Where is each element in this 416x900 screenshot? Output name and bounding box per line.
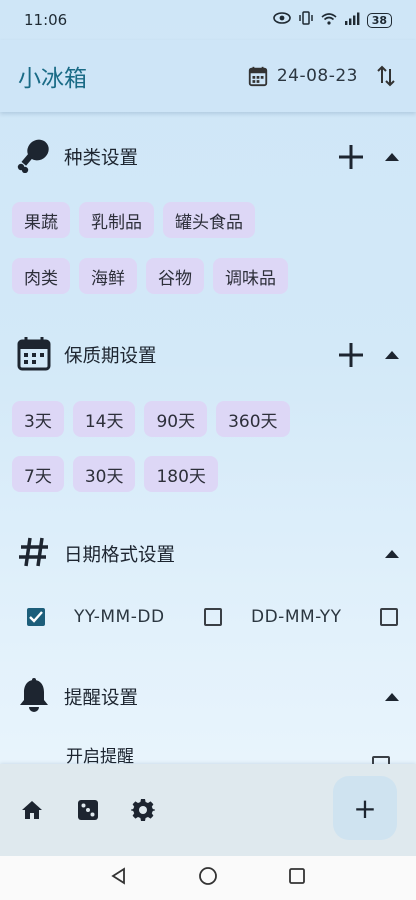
enable-reminder-label[interactable]: 开启提醒 <box>66 742 134 764</box>
section-header-shelf-life[interactable]: 保质期设置 <box>0 331 416 379</box>
status-icons: 38 <box>272 11 392 29</box>
shelf-life-chip-row-1: 3天 14天 90天 360天 <box>12 401 290 437</box>
shelf-life-chip[interactable]: 360天 <box>216 401 290 437</box>
shelf-life-chip[interactable]: 14天 <box>72 401 136 437</box>
category-chip[interactable]: 谷物 <box>146 258 204 294</box>
calendar-month-icon <box>16 335 52 375</box>
date-format-checkbox-dd-mm-yy[interactable] <box>204 608 222 626</box>
home-icon[interactable] <box>20 798 44 826</box>
status-bar: 11:06 38 <box>0 0 416 40</box>
shelf-life-chip[interactable]: 30天 <box>72 456 136 492</box>
collapse-shelf-life-icon[interactable] <box>384 350 400 360</box>
category-chip[interactable]: 调味品 <box>213 258 288 294</box>
category-chip[interactable]: 海鲜 <box>79 258 137 294</box>
home-circle-icon[interactable] <box>198 866 218 890</box>
collapse-category-icon[interactable] <box>384 152 400 162</box>
current-date[interactable]: 24-08-23 <box>277 66 358 86</box>
date-format-label-dd-mm-yy[interactable]: DD-MM-YY <box>251 607 342 627</box>
dice-icon[interactable] <box>76 798 100 826</box>
calendar-icon[interactable] <box>247 65 269 87</box>
collapse-reminder-icon[interactable] <box>384 692 400 702</box>
category-chip-row-1: 果蔬 乳制品 罐头食品 <box>12 202 255 238</box>
eye-icon <box>272 12 291 28</box>
vibrate-icon <box>298 11 314 29</box>
bottom-app-bar: + <box>0 764 416 856</box>
shelf-life-chip[interactable]: 3天 <box>12 401 64 437</box>
app-title: 小冰箱 <box>18 66 87 92</box>
section-header-date-format[interactable]: 日期格式设置 <box>0 530 416 578</box>
shelf-life-chip-row-2: 7天 30天 180天 <box>12 456 218 492</box>
collapse-date-format-icon[interactable] <box>384 549 400 559</box>
section-title-date-format: 日期格式设置 <box>64 545 176 566</box>
app-bar: 小冰箱 24-08-23 <box>0 40 416 112</box>
settings-content[interactable]: 种类设置 果蔬 乳制品 罐头食品 肉类 海鲜 谷物 调味品 保质期设置 3天 1… <box>0 112 416 764</box>
enable-reminder-checkbox[interactable] <box>372 756 390 764</box>
shelf-life-chip[interactable]: 7天 <box>12 456 64 492</box>
add-category-button[interactable] <box>338 144 364 170</box>
shelf-life-chip[interactable]: 90天 <box>144 401 208 437</box>
date-format-checkbox-yy-mm-dd[interactable] <box>27 608 45 626</box>
status-time: 11:06 <box>24 11 68 29</box>
date-format-label-yy-mm-dd[interactable]: YY-MM-DD <box>74 607 165 627</box>
section-header-category[interactable]: 种类设置 <box>0 133 416 181</box>
section-title-category: 种类设置 <box>64 148 139 169</box>
date-format-options: YY-MM-DD DD-MM-YY <box>0 596 416 640</box>
date-selector[interactable]: 24-08-23 <box>247 65 358 87</box>
section-title-reminder: 提醒设置 <box>64 688 139 709</box>
add-shelf-life-button[interactable] <box>338 342 364 368</box>
section-title-shelf-life: 保质期设置 <box>64 346 157 367</box>
category-chip[interactable]: 乳制品 <box>79 202 154 238</box>
bell-icon <box>16 677 52 717</box>
battery-indicator: 38 <box>366 12 392 28</box>
category-chip[interactable]: 罐头食品 <box>163 202 255 238</box>
signal-icon <box>344 12 360 29</box>
sort-icon[interactable] <box>376 65 396 87</box>
system-navigation-bar <box>0 856 416 900</box>
category-chip-row-2: 肉类 海鲜 谷物 调味品 <box>12 258 288 294</box>
category-chip[interactable]: 肉类 <box>12 258 70 294</box>
date-format-checkbox-third[interactable] <box>380 608 398 626</box>
category-chip[interactable]: 果蔬 <box>12 202 70 238</box>
add-item-fab[interactable]: + <box>333 776 397 840</box>
shelf-life-chip[interactable]: 180天 <box>144 456 218 492</box>
back-icon[interactable] <box>110 867 128 889</box>
section-header-reminder[interactable]: 提醒设置 <box>0 673 416 721</box>
gear-icon[interactable] <box>131 798 155 826</box>
drumstick-icon <box>16 137 52 177</box>
hashtag-icon <box>16 534 52 574</box>
recents-icon[interactable] <box>288 867 306 889</box>
wifi-icon <box>321 12 337 29</box>
